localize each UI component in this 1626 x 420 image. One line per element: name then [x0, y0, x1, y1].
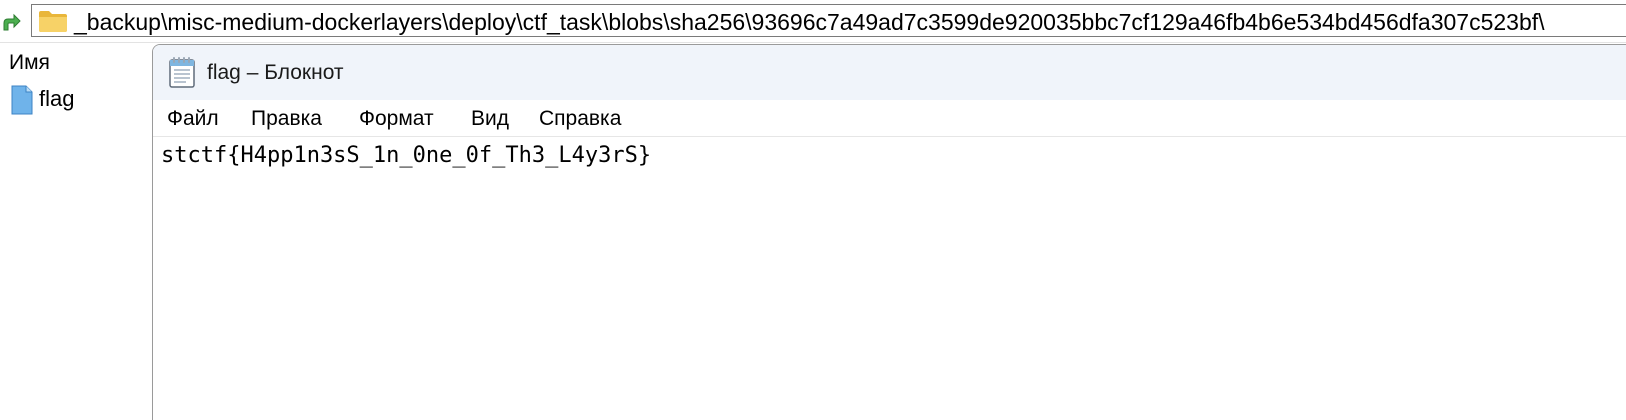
explorer-file-list: Имя flag — [0, 43, 152, 420]
notepad-window: flag – Блокнот Файл Правка Формат Вид Сп… — [152, 44, 1626, 420]
file-list-item[interactable]: flag — [8, 83, 148, 115]
file-name: flag — [39, 86, 75, 111]
menu-edit[interactable]: Правка — [250, 107, 323, 131]
menu-file[interactable]: Файл — [166, 107, 220, 131]
folder-icon — [38, 9, 68, 33]
text-file-icon — [10, 85, 34, 115]
notepad-menu-bar: Файл Правка Формат Вид Справка — [153, 100, 1626, 137]
explorer-address-bar: _backup\misc-medium-dockerlayers\deploy\… — [0, 0, 1626, 43]
notepad-icon — [167, 56, 197, 88]
desktop-screen: _backup\misc-medium-dockerlayers\deploy\… — [0, 0, 1626, 420]
text-editor-area[interactable]: stctf{H4pp1n3sS_1n_0ne_0f_Th3_L4y3rS} — [153, 137, 1626, 420]
address-path-field[interactable]: _backup\misc-medium-dockerlayers\deploy\… — [31, 4, 1626, 37]
document-content[interactable]: stctf{H4pp1n3sS_1n_0ne_0f_Th3_L4y3rS} — [161, 142, 651, 170]
notepad-title-bar[interactable]: flag – Блокнот — [153, 45, 1626, 100]
address-path-text: _backup\misc-medium-dockerlayers\deploy\… — [74, 9, 1545, 35]
menu-view[interactable]: Вид — [470, 107, 510, 131]
menu-format[interactable]: Формат — [358, 107, 435, 131]
menu-help[interactable]: Справка — [538, 107, 622, 131]
window-title: flag – Блокнот — [207, 61, 344, 84]
up-folder-icon[interactable] — [0, 10, 24, 34]
column-header-name[interactable]: Имя — [9, 51, 50, 75]
